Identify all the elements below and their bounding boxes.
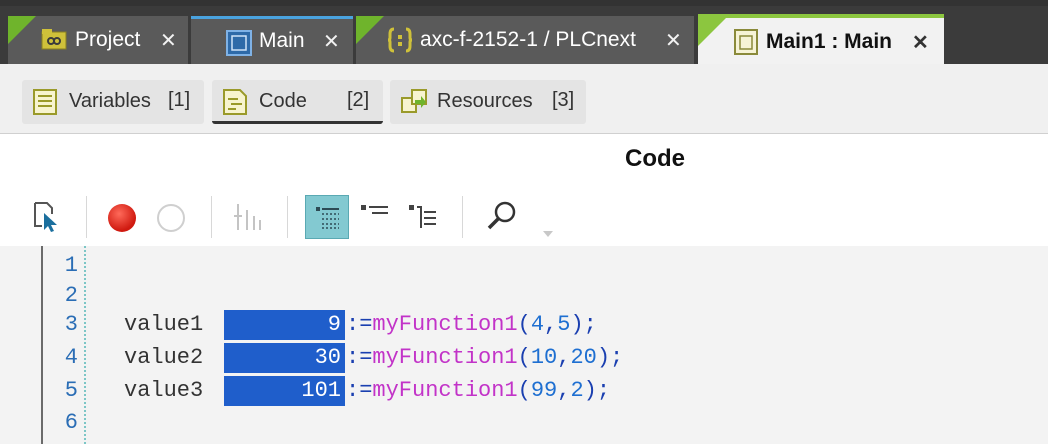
code-panel-title: Code: [625, 145, 685, 172]
online-value-box[interactable]: 30: [224, 343, 345, 373]
tab-project[interactable]: Project ✕: [8, 16, 188, 64]
line-number: 5: [64, 378, 78, 403]
open-paren: (: [517, 345, 531, 370]
breakpoint-empty-icon[interactable]: [155, 202, 187, 234]
tab-plcnext-device-close-icon[interactable]: ✕: [665, 28, 682, 53]
tab-project-close-icon[interactable]: ✕: [160, 28, 177, 53]
subtab-variables-count: [1]: [168, 89, 191, 111]
line-number: 2: [64, 283, 78, 308]
function-call-name: myFunction1: [372, 345, 518, 370]
line-number: 4: [64, 345, 78, 370]
code-toolbar: [0, 186, 1048, 246]
tab-corner-marker: [8, 16, 36, 44]
close-paren-semicolon: );: [596, 345, 624, 370]
tab-project-label: Project: [75, 28, 141, 51]
toolbar-separator: [462, 196, 463, 238]
subtab-resources-count: [3]: [552, 89, 575, 111]
subtab-code[interactable]: Code [2]: [212, 80, 383, 124]
subtab-resources[interactable]: Resources [3]: [390, 80, 586, 124]
tab-plcnext-device-label: axc-f-2152-1 / PLCnext: [420, 28, 636, 51]
variables-list-icon: [33, 89, 57, 115]
open-paren: (: [517, 312, 531, 337]
code-line[interactable]: 6: [0, 407, 1048, 440]
argument-2: 2: [570, 378, 584, 403]
tab-corner-marker: [698, 18, 726, 46]
statement-rest: :=myFunction1(10,20);: [346, 345, 623, 370]
resources-icon: [401, 89, 427, 113]
online-value-box[interactable]: 101: [224, 376, 345, 406]
code-editor[interactable]: 1 2 3 value1 9 :=myFunction1(4,5); 4 val…: [0, 246, 1048, 444]
code-line[interactable]: 5 value3 101 :=myFunction1(99,2);: [0, 375, 1048, 408]
toolbar-separator: [86, 196, 87, 238]
subtab-variables-label: Variables: [69, 90, 151, 112]
subtab-variables[interactable]: Variables [1]: [22, 80, 204, 124]
grid-highlight-icon: [316, 207, 339, 229]
code-sheet-icon: [223, 89, 247, 115]
select-pointer-icon[interactable]: [32, 200, 62, 234]
project-icon: [41, 29, 67, 50]
document-tab-strip: Project ✕ Main ✕ axc-f-2152-1 / PLCnext …: [0, 0, 1048, 64]
function-call-name: myFunction1: [372, 312, 518, 337]
comma: ,: [544, 312, 558, 337]
code-line[interactable]: 1: [0, 250, 1048, 283]
window-icon: [226, 30, 252, 56]
line-number: 3: [64, 312, 78, 337]
variable-name: value1: [124, 312, 204, 337]
program-instance-icon: [734, 29, 758, 55]
device-brackets-icon: [387, 27, 413, 53]
close-paren-semicolon: );: [570, 312, 597, 337]
collapse-lines-icon[interactable]: [360, 204, 390, 224]
statement-rest: :=myFunction1(4,5);: [346, 312, 597, 337]
expand-tree-icon[interactable]: [408, 204, 438, 230]
open-paren: (: [517, 378, 531, 403]
statement-rest: :=myFunction1(99,2);: [346, 378, 610, 403]
argument-2: 20: [570, 345, 597, 370]
editor-sub-tabs: Variables [1] Code [2] Resources [3]: [0, 64, 1048, 134]
variable-name: value2: [124, 345, 204, 370]
tab-main1-instance-close-icon[interactable]: ✕: [912, 30, 929, 55]
line-number: 6: [64, 410, 78, 435]
argument-1: 99: [530, 378, 558, 403]
search-icon[interactable]: [486, 200, 518, 232]
argument-2: 5: [557, 312, 571, 337]
variable-name: value3: [124, 378, 204, 403]
function-call-name: myFunction1: [372, 378, 518, 403]
step-columns-icon[interactable]: [232, 202, 266, 232]
line-number: 1: [64, 253, 78, 278]
tab-corner-marker: [356, 16, 384, 44]
grid-highlight-button[interactable]: [305, 195, 349, 239]
tab-main1-instance-label: Main1 : Main: [766, 30, 893, 53]
assign-operator: :=: [346, 378, 373, 403]
code-line[interactable]: 4 value2 30 :=myFunction1(10,20);: [0, 342, 1048, 375]
close-paren-semicolon: );: [583, 378, 611, 403]
online-value-box[interactable]: 9: [224, 310, 345, 340]
tab-strip-top-border: [0, 0, 1048, 6]
dropdown-caret-icon[interactable]: [542, 230, 554, 238]
code-line[interactable]: 3 value1 9 :=myFunction1(4,5);: [0, 309, 1048, 342]
comma: ,: [557, 345, 571, 370]
subtab-code-label: Code: [259, 90, 307, 112]
tab-plcnext-device[interactable]: axc-f-2152-1 / PLCnext ✕: [356, 16, 694, 64]
toolbar-separator: [287, 196, 288, 238]
tab-main[interactable]: Main ✕: [191, 16, 353, 64]
comma: ,: [557, 378, 571, 403]
assign-operator: :=: [346, 312, 373, 337]
tab-main1-instance[interactable]: Main1 : Main ✕: [698, 14, 944, 64]
subtab-code-count: [2]: [347, 89, 370, 111]
argument-1: 10: [530, 345, 558, 370]
breakpoint-red-icon[interactable]: [106, 202, 138, 234]
assign-operator: :=: [346, 345, 373, 370]
subtab-resources-label: Resources: [437, 90, 533, 112]
toolbar-separator: [211, 196, 212, 238]
argument-1: 4: [530, 312, 545, 337]
tab-main-close-icon[interactable]: ✕: [323, 29, 340, 54]
tab-main-label: Main: [259, 29, 305, 52]
